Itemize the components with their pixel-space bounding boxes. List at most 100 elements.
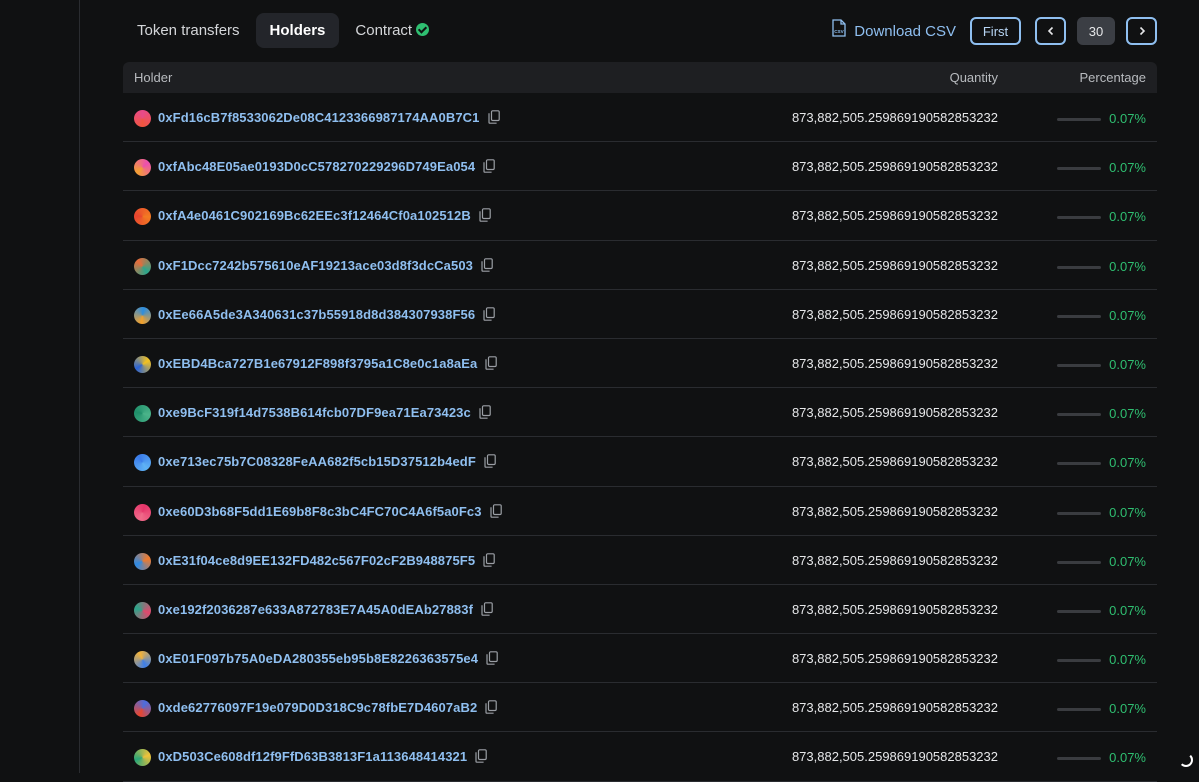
- holder-avatar: [134, 110, 151, 127]
- holder-address-link[interactable]: 0xFd16cB7f8533062De08C4123366987174AA0B7…: [158, 110, 500, 125]
- verified-check-icon: [416, 23, 429, 36]
- copy-icon[interactable]: [479, 208, 491, 222]
- tab-contract[interactable]: Contract: [341, 13, 443, 48]
- holder-quantity: 873,882,505.259869190582853232: [792, 307, 998, 322]
- holders-table: Holder Quantity Percentage 0xFd16cB7f853…: [123, 62, 1157, 782]
- csv-file-icon: CSV: [832, 19, 846, 37]
- table-row: 0xEBD4Bca727B1e67912F898f3795a1C8e0c1a8a…: [123, 339, 1157, 388]
- holder-address-link[interactable]: 0xe192f2036287e633A872783E7A45A0dEAb2788…: [158, 602, 493, 617]
- holder-quantity: 873,882,505.259869190582853232: [792, 504, 998, 519]
- holder-address-link[interactable]: 0xde62776097F19e079D0D318C9c78fbE7D4607a…: [158, 700, 497, 715]
- holder-address-link[interactable]: 0xF1Dcc7242b575610eAF19213ace03d8f3dcCa5…: [158, 258, 493, 273]
- holder-quantity: 873,882,505.259869190582853232: [792, 700, 998, 715]
- holder-avatar: [134, 208, 151, 225]
- holder-quantity: 873,882,505.259869190582853232: [792, 749, 998, 764]
- holder-avatar: [134, 307, 151, 324]
- holder-address-link[interactable]: 0xEe66A5de3A340631c37b55918d8d384307938F…: [158, 307, 495, 322]
- pagination-tools: CSV Download CSV First 30: [832, 17, 1157, 45]
- holder-percentage: 0.07%: [1109, 308, 1146, 323]
- table-row: 0xfAbc48E05ae0193D0cC578270229296D749Ea0…: [123, 142, 1157, 191]
- table-row: 0xE31f04ce8d9EE132FD482c567F02cF2B948875…: [123, 536, 1157, 585]
- percentage-bar: [1057, 610, 1101, 613]
- holder-address-text: 0xEe66A5de3A340631c37b55918d8d384307938F…: [158, 307, 475, 322]
- download-csv-link[interactable]: CSV Download CSV: [832, 22, 956, 40]
- percentage-bar: [1057, 757, 1101, 760]
- percentage-bar: [1057, 512, 1101, 515]
- holder-quantity: 873,882,505.259869190582853232: [792, 159, 998, 174]
- holder-percentage: 0.07%: [1109, 357, 1146, 372]
- holder-quantity: 873,882,505.259869190582853232: [792, 356, 998, 371]
- copy-icon[interactable]: [475, 749, 487, 763]
- copy-icon[interactable]: [490, 504, 502, 518]
- current-page-indicator: 30: [1077, 17, 1115, 45]
- top-toolbar: Token transfers Holders Contract CSV Dow…: [123, 0, 1157, 62]
- percentage-bar: [1057, 462, 1101, 465]
- holder-address-link[interactable]: 0xfA4e0461C902169Bc62EEc3f12464Cf0a10251…: [158, 208, 491, 223]
- table-body: 0xFd16cB7f8533062De08C4123366987174AA0B7…: [123, 93, 1157, 782]
- copy-icon[interactable]: [479, 405, 491, 419]
- holder-address-link[interactable]: 0xEBD4Bca727B1e67912F898f3795a1C8e0c1a8a…: [158, 356, 497, 371]
- holder-address-link[interactable]: 0xe60D3b68F5dd1E69b8F8c3bC4FC70C4A6f5a0F…: [158, 504, 502, 519]
- table-row: 0xE01F097b75A0eDA280355eb95b8E8226363575…: [123, 634, 1157, 683]
- copy-icon[interactable]: [483, 553, 495, 567]
- holder-quantity: 873,882,505.259869190582853232: [792, 651, 998, 666]
- holders-panel: Token transfers Holders Contract CSV Dow…: [123, 0, 1157, 782]
- holder-address-link[interactable]: 0xe9BcF319f14d7538B614fcb07DF9ea71Ea7342…: [158, 405, 491, 420]
- holder-percentage: 0.07%: [1109, 603, 1146, 618]
- holder-address-link[interactable]: 0xE31f04ce8d9EE132FD482c567F02cF2B948875…: [158, 553, 495, 568]
- holder-address-text: 0xEBD4Bca727B1e67912F898f3795a1C8e0c1a8a…: [158, 356, 477, 371]
- first-page-button[interactable]: First: [970, 17, 1021, 45]
- holder-address-link[interactable]: 0xe713ec75b7C08328FeAA682f5cb15D37512b4e…: [158, 454, 496, 469]
- table-row: 0xD503Ce608df12f9FfD63B3813F1a1136484143…: [123, 732, 1157, 781]
- holder-avatar: [134, 749, 151, 766]
- percentage-bar: [1057, 118, 1101, 121]
- tab-token-transfers-label: Token transfers: [137, 22, 240, 39]
- holder-avatar: [134, 258, 151, 275]
- holder-percentage: 0.07%: [1109, 406, 1146, 421]
- table-row: 0xe192f2036287e633A872783E7A45A0dEAb2788…: [123, 585, 1157, 634]
- holder-address-link[interactable]: 0xE01F097b75A0eDA280355eb95b8E8226363575…: [158, 651, 498, 666]
- prev-page-button[interactable]: [1035, 17, 1066, 45]
- column-header-holder: Holder: [134, 70, 172, 85]
- holder-address-text: 0xde62776097F19e079D0D318C9c78fbE7D4607a…: [158, 700, 477, 715]
- download-csv-label: Download CSV: [854, 23, 956, 40]
- current-page-number: 30: [1089, 24, 1103, 39]
- holder-avatar: [134, 504, 151, 521]
- holder-avatar: [134, 405, 151, 422]
- next-page-button[interactable]: [1126, 17, 1157, 45]
- table-row: 0xe60D3b68F5dd1E69b8F8c3bC4FC70C4A6f5a0F…: [123, 487, 1157, 536]
- copy-icon[interactable]: [481, 258, 493, 272]
- holder-address-text: 0xF1Dcc7242b575610eAF19213ace03d8f3dcCa5…: [158, 258, 473, 273]
- copy-icon[interactable]: [486, 651, 498, 665]
- holder-avatar: [134, 651, 151, 668]
- copy-icon[interactable]: [485, 356, 497, 370]
- holder-avatar: [134, 553, 151, 570]
- holder-quantity: 873,882,505.259869190582853232: [792, 602, 998, 617]
- holder-quantity: 873,882,505.259869190582853232: [792, 110, 998, 125]
- holder-address-link[interactable]: 0xD503Ce608df12f9FfD63B3813F1a1136484143…: [158, 749, 487, 764]
- copy-icon[interactable]: [488, 110, 500, 124]
- tab-holders[interactable]: Holders: [256, 13, 340, 48]
- holder-address-text: 0xfAbc48E05ae0193D0cC578270229296D749Ea0…: [158, 159, 475, 174]
- table-row: 0xde62776097F19e079D0D318C9c78fbE7D4607a…: [123, 683, 1157, 732]
- holder-percentage: 0.07%: [1109, 455, 1146, 470]
- copy-icon[interactable]: [481, 602, 493, 616]
- percentage-bar: [1057, 561, 1101, 564]
- table-row: 0xF1Dcc7242b575610eAF19213ace03d8f3dcCa5…: [123, 241, 1157, 290]
- holder-address-text: 0xFd16cB7f8533062De08C4123366987174AA0B7…: [158, 110, 480, 125]
- holder-quantity: 873,882,505.259869190582853232: [792, 258, 998, 273]
- holder-address-link[interactable]: 0xfAbc48E05ae0193D0cC578270229296D749Ea0…: [158, 159, 495, 174]
- tab-token-transfers[interactable]: Token transfers: [123, 13, 254, 48]
- percentage-bar: [1057, 167, 1101, 170]
- copy-icon[interactable]: [483, 159, 495, 173]
- copy-icon[interactable]: [483, 307, 495, 321]
- holder-address-text: 0xe60D3b68F5dd1E69b8F8c3bC4FC70C4A6f5a0F…: [158, 504, 482, 519]
- copy-icon[interactable]: [485, 700, 497, 714]
- holder-avatar: [134, 356, 151, 373]
- first-page-label: First: [983, 24, 1008, 39]
- holder-address-text: 0xE31f04ce8d9EE132FD482c567F02cF2B948875…: [158, 553, 475, 568]
- copy-icon[interactable]: [484, 454, 496, 468]
- percentage-bar: [1057, 413, 1101, 416]
- holder-percentage: 0.07%: [1109, 209, 1146, 224]
- holder-avatar: [134, 602, 151, 619]
